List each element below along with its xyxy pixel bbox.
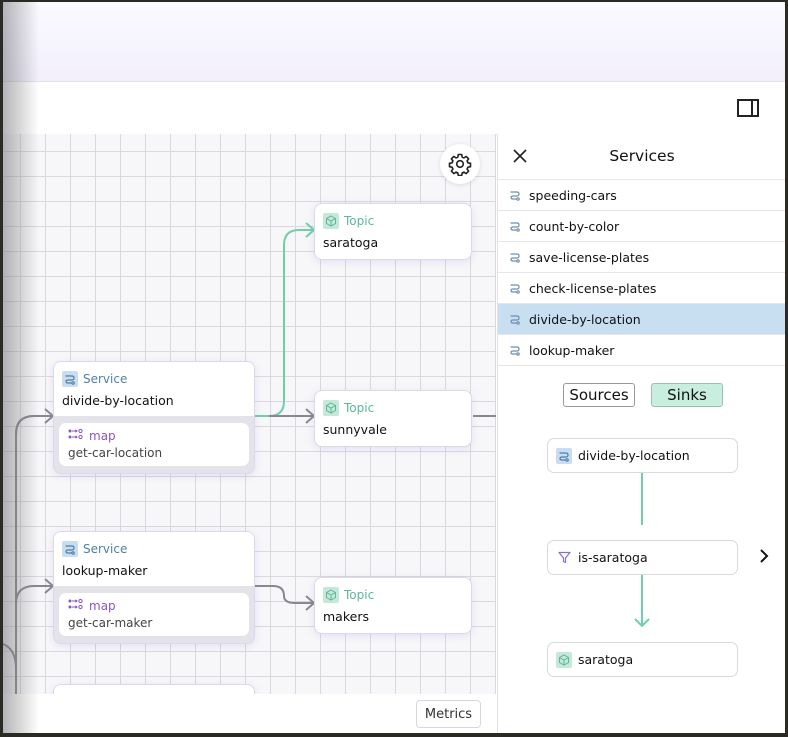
map-icon (68, 598, 84, 613)
cube-icon (323, 400, 339, 416)
toolbar (3, 82, 785, 135)
service-list-item[interactable]: speeding-cars (498, 180, 785, 211)
operation-type: map (89, 598, 116, 613)
cube-icon (556, 651, 572, 668)
lineage-node-name: is-saratoga (578, 550, 648, 565)
node-name: saratoga (323, 235, 379, 250)
edge-to-lookup (15, 585, 53, 634)
node-name: lookup-maker (62, 563, 148, 578)
topic-node-makers[interactable]: Topic makers (314, 577, 472, 634)
service-name: divide-by-location (529, 311, 641, 327)
graph-canvas[interactable]: Topic saratoga Topic sunnyvale Topic mak… (3, 134, 496, 694)
operation-name: get-car-maker (68, 616, 153, 630)
service-icon (510, 346, 520, 356)
edge-to-divide (15, 415, 53, 654)
service-name: save-license-plates (529, 249, 650, 265)
node-kind: Topic (344, 588, 375, 602)
lineage-node-service[interactable]: divide-by-location (547, 438, 738, 473)
operation-card[interactable]: map get-car-location (59, 423, 249, 466)
cube-icon (323, 213, 339, 229)
service-list-item[interactable]: count-by-color (498, 211, 785, 242)
service-list-item[interactable]: save-license-plates (498, 242, 785, 273)
settings-button[interactable] (440, 144, 480, 184)
service-icon (510, 222, 520, 232)
topic-node-sunnyvale[interactable]: Topic sunnyvale (314, 390, 472, 447)
service-icon (510, 315, 520, 325)
service-list-item[interactable]: check-license-plates (498, 273, 785, 304)
services-side-panel: Services speeding-cars count-by-color sa… (497, 134, 785, 733)
node-kind: Service (83, 372, 128, 386)
lineage-graph: divide-by-location is-saratoga saratoga (498, 424, 785, 724)
service-list-item[interactable]: lookup-maker (498, 335, 785, 366)
tab-sinks[interactable]: Sinks (651, 383, 723, 407)
service-name: lookup-maker (529, 342, 615, 358)
edge-incoming-trunk (15, 415, 53, 694)
edge-lookup-makers (255, 585, 314, 604)
panel-title: Services (609, 147, 675, 165)
service-icon (62, 541, 78, 557)
operation-type: map (89, 428, 116, 443)
node-kind: Service (83, 542, 128, 556)
map-icon (68, 428, 84, 443)
node-kind: Topic (344, 214, 375, 228)
top-header (3, 2, 785, 82)
topic-node-saratoga[interactable]: Topic saratoga (314, 203, 472, 260)
service-icon (510, 253, 520, 263)
edge-divide-saratoga (255, 229, 314, 417)
node-name: sunnyvale (323, 422, 387, 437)
service-name: speeding-cars (529, 187, 617, 203)
panel-right-icon[interactable] (737, 99, 759, 117)
lineage-node-topic[interactable]: saratoga (547, 642, 738, 677)
lineage-node-filter[interactable]: is-saratoga (547, 540, 738, 575)
operation-name: get-car-location (68, 446, 163, 460)
service-list-item-selected[interactable]: divide-by-location (498, 304, 785, 335)
service-node-divide-by-location[interactable]: Service divide-by-location map get-car-l… (53, 361, 255, 474)
service-icon (62, 371, 78, 387)
edge-branch-down (3, 643, 17, 694)
service-node-partial[interactable] (53, 684, 255, 694)
services-list: speeding-cars count-by-color save-licens… (498, 180, 785, 366)
node-name: makers (323, 609, 369, 624)
metrics-button[interactable]: Metrics (416, 700, 481, 728)
gear-icon (448, 153, 472, 176)
cube-icon (323, 587, 339, 603)
service-node-lookup-maker[interactable]: Service lookup-maker map get-car-maker (53, 531, 255, 644)
service-name: count-by-color (529, 218, 620, 234)
canvas-footer: Metrics (3, 694, 496, 733)
lineage-node-name: saratoga (578, 652, 634, 667)
chevron-right-icon[interactable] (756, 548, 772, 564)
filter-icon (556, 551, 572, 564)
operation-card[interactable]: map get-car-maker (59, 593, 249, 636)
lineage-node-name: divide-by-location (578, 448, 690, 463)
service-icon (510, 284, 520, 294)
node-name: divide-by-location (62, 393, 174, 408)
node-kind: Topic (344, 401, 375, 415)
service-icon (556, 447, 572, 464)
service-icon (510, 191, 520, 201)
lineage-tabs: Sources Sinks (498, 366, 785, 424)
tab-sources[interactable]: Sources (563, 383, 635, 407)
app-window: Topic saratoga Topic sunnyvale Topic mak… (3, 2, 785, 733)
service-name: check-license-plates (529, 280, 657, 296)
